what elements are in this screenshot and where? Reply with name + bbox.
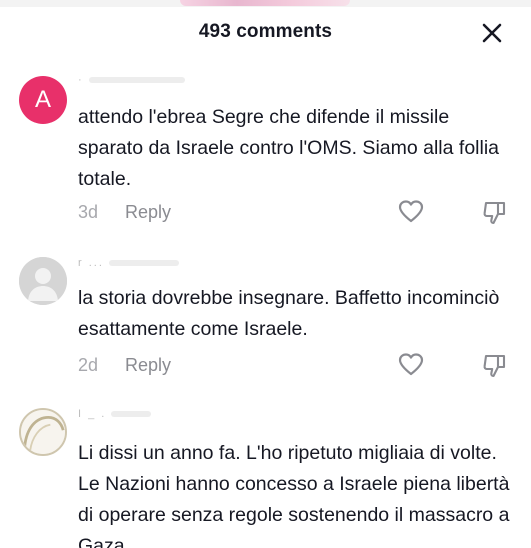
comment-text: attendo l'ebrea Segre che difende il mis… xyxy=(78,106,500,190)
close-button[interactable] xyxy=(478,19,506,47)
thumbs-down-icon xyxy=(483,354,506,378)
username-redacted xyxy=(108,260,179,267)
comment-item: A · attendo l'ebrea Segre che difende il… xyxy=(0,72,531,232)
username-redacted xyxy=(88,77,185,84)
heart-outline-icon xyxy=(398,200,424,223)
username[interactable]: · xyxy=(78,74,185,86)
comment-date: 2d xyxy=(78,355,99,375)
comment-meta: 3d Reply xyxy=(78,202,171,223)
avatar[interactable]: A xyxy=(19,76,67,124)
avatar[interactable] xyxy=(19,408,67,456)
comment-count-title: 493 comments xyxy=(198,21,333,42)
comment-item: r ... la storia dovrebbe insegnare. Baff… xyxy=(0,255,531,385)
comment-meta: 2d Reply xyxy=(78,355,171,376)
dislike-button[interactable] xyxy=(482,200,508,226)
comment-text: Li dissi un anno fa. L'ho ripetuto migli… xyxy=(78,442,510,548)
profile-photo-icon xyxy=(21,410,65,454)
default-avatar-icon xyxy=(19,257,67,305)
comment-date: 3d xyxy=(78,202,99,222)
username-redacted xyxy=(111,411,152,418)
comments-header: 493 comments xyxy=(0,7,531,57)
top-strip xyxy=(0,0,531,7)
video-preview-edge xyxy=(180,0,350,6)
heart-outline-icon xyxy=(398,353,424,376)
reply-button[interactable]: Reply xyxy=(125,202,171,223)
avatar-letter: A xyxy=(34,86,51,113)
comment-text: la storia dovrebbe insegnare. Baffetto i… xyxy=(78,287,500,340)
comment-item: I _ . Li dissi un anno fa. L'ho ripetuto… xyxy=(0,406,531,548)
like-button[interactable] xyxy=(398,199,424,225)
reply-button[interactable]: Reply xyxy=(125,355,171,376)
thumbs-down-icon xyxy=(483,201,506,225)
username[interactable]: r ... xyxy=(78,257,179,269)
dislike-button[interactable] xyxy=(482,353,508,379)
like-button[interactable] xyxy=(398,352,424,378)
close-icon xyxy=(482,23,502,43)
username[interactable]: I _ . xyxy=(78,408,152,420)
avatar[interactable] xyxy=(19,257,67,305)
